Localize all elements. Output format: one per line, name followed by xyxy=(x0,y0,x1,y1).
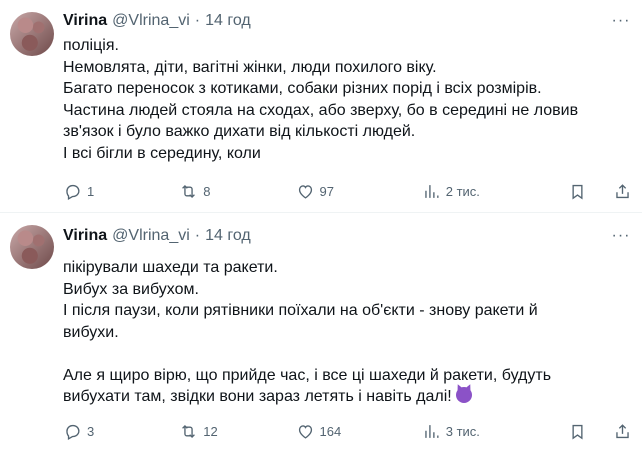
bookmark-button[interactable] xyxy=(568,422,587,441)
views-icon xyxy=(425,424,439,438)
tweet-line: зв'язок і було важко дихати від кількост… xyxy=(63,123,416,140)
more-options-button[interactable]: ··· xyxy=(610,225,632,247)
tweet-line: вибухи. xyxy=(63,323,119,341)
tweet-header: Virina @Vlrina_vi · 14 год xyxy=(63,225,251,247)
tweet-header: Virina @Vlrina_vi · 14 год xyxy=(63,10,251,32)
heart-icon xyxy=(298,184,312,199)
views-count: 2 тис. xyxy=(445,183,480,199)
reply-icon xyxy=(66,424,80,440)
timestamp[interactable]: 14 год xyxy=(205,227,251,245)
reply-icon xyxy=(66,184,80,200)
author-handle[interactable]: @Vlrina_vi xyxy=(112,227,190,245)
share-button[interactable] xyxy=(613,422,632,441)
views-button[interactable]: 2 тис. xyxy=(422,182,562,201)
author-handle[interactable]: @Vlrina_vi xyxy=(112,12,190,30)
separator-dot: · xyxy=(194,227,201,244)
retweet-count: 12 xyxy=(203,423,218,439)
tweet-line: І всі бігли в середину, коли xyxy=(63,144,261,162)
reply-count: 1 xyxy=(87,183,95,199)
secondary-actions xyxy=(568,422,632,441)
tweet-line-with-emoji: вибухати там, звідки вони зараз летять і… xyxy=(63,386,623,408)
share-button[interactable] xyxy=(613,182,632,201)
views-count: 3 тис. xyxy=(445,423,480,439)
tweet-line: І після паузи, коли рятівники поїхали на… xyxy=(63,302,538,319)
smiling-devil-emoji-icon xyxy=(456,387,473,403)
timestamp[interactable]: 14 год xyxy=(205,12,251,30)
tweet[interactable]: Virina @Vlrina_vi · 14 год ··· пікірувал… xyxy=(0,213,642,453)
avatar[interactable] xyxy=(10,12,54,56)
bookmark-icon xyxy=(572,184,583,200)
bookmark-button[interactable] xyxy=(568,182,587,201)
like-button[interactable]: 97 xyxy=(296,182,416,201)
retweet-icon xyxy=(182,184,196,198)
tweet-text: поліція. Немовлята, діти, вагітні жінки,… xyxy=(63,35,623,164)
avatar[interactable] xyxy=(10,225,54,269)
retweet-button[interactable]: 8 xyxy=(179,182,289,201)
like-count: 164 xyxy=(319,423,342,439)
secondary-actions xyxy=(568,182,632,201)
reply-button[interactable]: 1 xyxy=(63,182,173,201)
tweet-line: Немовлята, діти, вагітні жінки, люди пох… xyxy=(63,58,437,76)
views-button[interactable]: 3 тис. xyxy=(422,422,562,441)
share-icon xyxy=(616,183,629,198)
action-bar: 3 12 164 3 тис. xyxy=(63,421,632,441)
views-icon xyxy=(425,184,439,198)
tweet[interactable]: Virina @Vlrina_vi · 14 год ··· поліція. … xyxy=(0,0,642,213)
like-button[interactable]: 164 xyxy=(296,422,416,441)
bookmark-icon xyxy=(572,424,583,440)
tweet-text: пікірували шахеди та ракети. Вибух за ви… xyxy=(63,257,623,408)
share-icon xyxy=(616,423,629,438)
action-bar: 1 8 97 2 тис. xyxy=(63,181,632,201)
reply-button[interactable]: 3 xyxy=(63,422,173,441)
reply-count: 3 xyxy=(87,423,95,439)
tweet-line: Вибух за вибухом. xyxy=(63,280,199,298)
tweet-line-text: вибухати там, звідки вони зараз летять і… xyxy=(63,388,452,405)
author-name[interactable]: Virina xyxy=(63,227,107,245)
author-name[interactable]: Virina xyxy=(63,12,107,30)
retweet-button[interactable]: 12 xyxy=(179,422,289,441)
retweet-count: 8 xyxy=(203,183,211,199)
heart-icon xyxy=(298,424,312,439)
tweet-line: Багато переносок з котиками, собаки різн… xyxy=(63,80,542,97)
retweet-icon xyxy=(182,424,196,438)
tweet-line: Частина людей стояла на сходах, або звер… xyxy=(63,101,579,119)
separator-dot: · xyxy=(194,12,201,29)
tweet-line: Але я щиро вірю, що прийде час, і все ці… xyxy=(63,366,552,384)
like-count: 97 xyxy=(319,183,334,199)
more-options-button[interactable]: ··· xyxy=(610,10,632,32)
tweet-line: поліція. xyxy=(63,37,119,54)
tweet-line: пікірували шахеди та ракети. xyxy=(63,259,278,276)
